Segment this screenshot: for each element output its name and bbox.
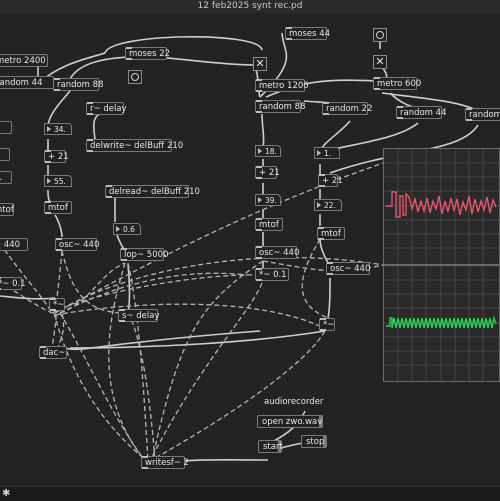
random-object-right[interactable]: random bbox=[465, 108, 500, 121]
plus-21-object-right[interactable]: + 21 bbox=[318, 174, 343, 187]
multiply-object-edge[interactable]: *~ 0.1 bbox=[0, 277, 26, 290]
start-message[interactable]: start bbox=[258, 440, 283, 453]
toggle-right[interactable]: ✕ bbox=[373, 55, 387, 69]
moses-44-object[interactable]: moses 44 bbox=[285, 27, 330, 40]
toggle-mid[interactable]: ✕ bbox=[253, 57, 267, 71]
number-box-mid-1[interactable]: 18. bbox=[255, 145, 281, 157]
number-box-right-2[interactable]: 22. bbox=[314, 199, 342, 211]
send-delay-object[interactable]: s~ delay bbox=[118, 309, 159, 322]
bang-circle-icon bbox=[131, 73, 139, 81]
osc-object-mid[interactable]: osc~ 440 bbox=[255, 246, 299, 259]
oscilloscope-bottom-trace bbox=[384, 266, 499, 381]
moses-22-object[interactable]: moses 22 bbox=[125, 47, 170, 60]
number-box-right-1[interactable]: 1. bbox=[314, 147, 340, 159]
metro-600-object[interactable]: metro 600 bbox=[373, 77, 421, 90]
bang-circle-icon bbox=[376, 31, 384, 39]
open-file-message[interactable]: open zwo.wav bbox=[257, 415, 323, 428]
osc-object-right[interactable]: osc~ 440 bbox=[326, 262, 370, 275]
number-box-left-1[interactable]: 34. bbox=[44, 123, 72, 135]
number-box-0-6[interactable]: 0.6 bbox=[113, 223, 141, 235]
mtof-object-edge[interactable]: mtof bbox=[0, 203, 14, 216]
metro-1200-object[interactable]: metro 1200 bbox=[255, 79, 309, 92]
plus-21-object-mid[interactable]: + 21 bbox=[255, 166, 280, 179]
random-44-object-right[interactable]: random 44 bbox=[396, 106, 446, 119]
random-22-object[interactable]: random 22 bbox=[322, 102, 372, 115]
edge-object-1[interactable]: 1 bbox=[0, 121, 12, 134]
status-bar: ✱ bbox=[0, 486, 500, 501]
edge-object-3[interactable]: 2. bbox=[0, 171, 12, 184]
number-box-mid-2[interactable]: 39. bbox=[255, 194, 281, 206]
edge-object-2[interactable]: 1 bbox=[0, 148, 10, 161]
mtof-object-mid[interactable]: mtof bbox=[255, 218, 283, 231]
dac-object[interactable]: dac~ bbox=[39, 346, 67, 359]
writesf-object[interactable]: writesf~ 2 bbox=[141, 456, 189, 469]
plus-21-object-left[interactable]: + 21 bbox=[44, 150, 69, 163]
title-bar: 12 feb2025 synt rec.pd bbox=[0, 0, 500, 14]
bang-button-right[interactable] bbox=[373, 28, 387, 42]
multiply-object-left[interactable]: *~ bbox=[49, 298, 65, 311]
audiorecorder-label: audiorecorder bbox=[264, 397, 324, 407]
random-88-object-left[interactable]: random 88 bbox=[53, 78, 103, 91]
patch-canvas[interactable]: metro 2400 random 44 random 88 1 1 2. mt… bbox=[0, 13, 500, 486]
random-88-object-mid[interactable]: random 88 bbox=[255, 100, 305, 113]
mtof-object-right[interactable]: mtof bbox=[317, 227, 345, 240]
osc-object-edge[interactable]: ~ 440 bbox=[0, 238, 28, 251]
random-44-object-left[interactable]: random 44 bbox=[0, 76, 54, 89]
lop-object[interactable]: lop~ 5000 bbox=[120, 248, 168, 261]
mtof-object-left[interactable]: mtof bbox=[44, 201, 72, 214]
multiply-object-mid[interactable]: *~ 0.1 bbox=[255, 268, 289, 281]
oscilloscope-top-trace bbox=[384, 149, 499, 264]
stop-message[interactable]: stop bbox=[301, 435, 327, 448]
multiply-object-right[interactable]: *~ bbox=[319, 318, 335, 331]
bang-button-left[interactable] bbox=[128, 70, 142, 84]
oscilloscope-top bbox=[383, 148, 500, 265]
delread-object[interactable]: delread~ delBuff 210 bbox=[105, 185, 200, 198]
oscilloscope-bottom bbox=[383, 265, 500, 382]
delwrite-object[interactable]: delwrite~ delBuff 210 bbox=[86, 139, 183, 152]
metro-2400-object[interactable]: metro 2400 bbox=[0, 54, 48, 67]
number-box-left-2[interactable]: 55. bbox=[44, 175, 72, 187]
window-title: 12 feb2025 synt rec.pd bbox=[197, 1, 303, 11]
asterisk-icon[interactable]: ✱ bbox=[2, 487, 10, 501]
osc-object-left[interactable]: osc~ 440 bbox=[55, 238, 99, 251]
delay-receive-object[interactable]: r~ delay bbox=[86, 102, 127, 115]
